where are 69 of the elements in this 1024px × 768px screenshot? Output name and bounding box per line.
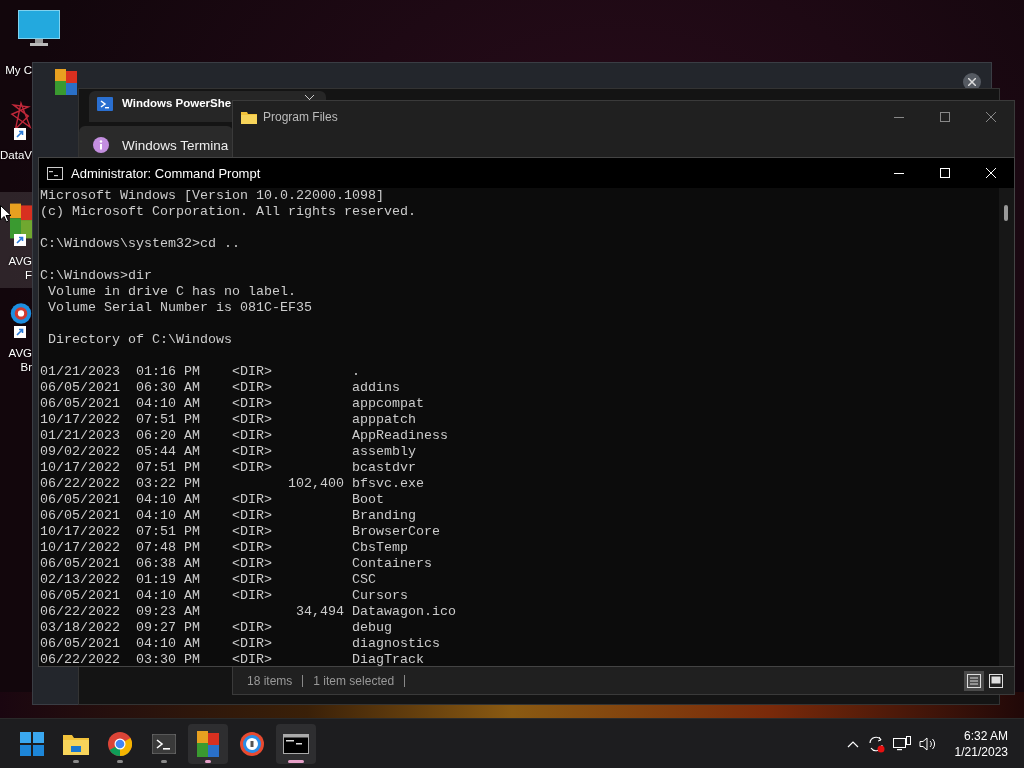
console-line: Volume Serial Number is 081C-EF35: [47, 300, 313, 316]
console-line: C:\Windows\system32>cd ..: [40, 236, 241, 252]
chrome-icon: [108, 731, 132, 756]
console-line: 10/17/2022 07:48 PM <DIR> CbsTemp: [40, 540, 409, 556]
status-text: 18 items: [247, 673, 293, 688]
avg-logo-icon: [55, 69, 77, 95]
console-line: 06/22/2022 09:23 AM 34,494 Datawagon.ico: [40, 604, 457, 620]
terminal-icon: [152, 733, 176, 754]
console-line: 03/18/2022 09:27 PM <DIR> debug: [40, 620, 393, 636]
console-line: C:\Windows>dir: [40, 268, 153, 284]
folder-icon: [63, 732, 89, 755]
info-icon: [93, 137, 109, 153]
desktop-icon-label: AVG: [8, 254, 32, 268]
folder-icon: [241, 110, 257, 124]
console-line: 02/13/2022 01:19 AM <DIR> CSC: [40, 572, 377, 588]
maximize-icon: [940, 168, 950, 178]
running-indicator: [73, 759, 79, 763]
console-line: 06/05/2021 04:10 AM <DIR> appcompat: [40, 396, 425, 412]
running-indicator: [205, 759, 211, 763]
browser-logo-icon: [240, 731, 264, 756]
taskbar-button[interactable]: [276, 723, 316, 764]
console-line: 06/22/2022 03:30 PM <DIR> DiagTrack: [40, 652, 425, 668]
avg-logo-icon: [10, 202, 32, 240]
console-line: 06/05/2021 04:10 AM <DIR> Cursors: [40, 588, 409, 604]
shortcut-arrow-icon: [14, 234, 26, 246]
command-prompt-icon: [47, 166, 63, 180]
console-line: 09/02/2022 05:44 AM <DIR> assembly: [40, 444, 417, 460]
console-line: Directory of C:\Windows: [47, 332, 233, 348]
taskbar-button[interactable]: [188, 723, 228, 764]
mouse-cursor-icon: [0, 205, 12, 223]
console-line: Microsoft Windows [Version 10.0.22000.1098]: [40, 188, 385, 204]
console-line: 01/21/2023 01:16 PM <DIR> .: [40, 364, 361, 380]
console-line: 10/17/2022 07:51 PM <DIR> bcastdvr: [40, 460, 417, 476]
console-line: 06/22/2022 03:22 PM 102,400 bfsvc.exe: [40, 476, 425, 492]
sync-icon[interactable]: [866, 734, 885, 753]
powershell-icon: [97, 97, 113, 111]
scrollbar[interactable]: [999, 188, 1014, 666]
status-text: 1 item selected: [313, 673, 395, 688]
console-line: 01/21/2023 06:20 AM <DIR> AppReadiness: [40, 428, 449, 444]
running-indicator: [288, 759, 304, 763]
chevron-up-icon[interactable]: [846, 739, 859, 748]
console-line: 06/05/2021 06:30 AM <DIR> addins: [40, 380, 401, 396]
avg-logo-icon: [197, 730, 219, 757]
network-icon[interactable]: [892, 735, 911, 752]
desktop-icon-label: F: [24, 268, 32, 282]
desktop-icon-label: Br: [20, 360, 32, 374]
running-indicator: [117, 759, 123, 763]
command-prompt-icon: [283, 733, 309, 754]
maximize-icon: [940, 112, 950, 122]
console-line: 10/17/2022 07:51 PM <DIR> apppatch: [40, 412, 417, 428]
console-line: 06/05/2021 04:10 AM <DIR> Boot: [40, 492, 385, 508]
desktop-icon-label: DataV: [0, 148, 32, 162]
console-line: 06/05/2021 06:38 AM <DIR> Containers: [40, 556, 433, 572]
shortcut-arrow-icon: [14, 128, 26, 140]
console-line: (c) Microsoft Corporation. All rights reserved.: [40, 204, 417, 220]
console-line: 06/05/2021 04:10 AM <DIR> Branding: [40, 508, 417, 524]
desktop-icon-label: AVG: [8, 346, 32, 360]
window-title: Administrator: Command Prompt: [71, 165, 261, 181]
shortcut-arrow-icon: [14, 326, 26, 338]
console-line: 06/05/2021 04:10 AM <DIR> diagnostics: [40, 636, 441, 652]
console-line: 10/17/2022 07:51 PM <DIR> BrowserCore: [40, 524, 441, 540]
console-line: Volume in drive C has no label.: [47, 284, 297, 300]
clock[interactable]: 6:32 AM 1/21/2023: [954, 727, 1008, 760]
details-view-button[interactable]: [964, 670, 984, 691]
monitor-icon: [18, 10, 60, 47]
windows-logo-icon: [20, 731, 44, 756]
running-indicator: [161, 759, 167, 763]
volume-icon[interactable]: [918, 735, 937, 752]
desktop-icon-label: My C: [5, 63, 32, 77]
